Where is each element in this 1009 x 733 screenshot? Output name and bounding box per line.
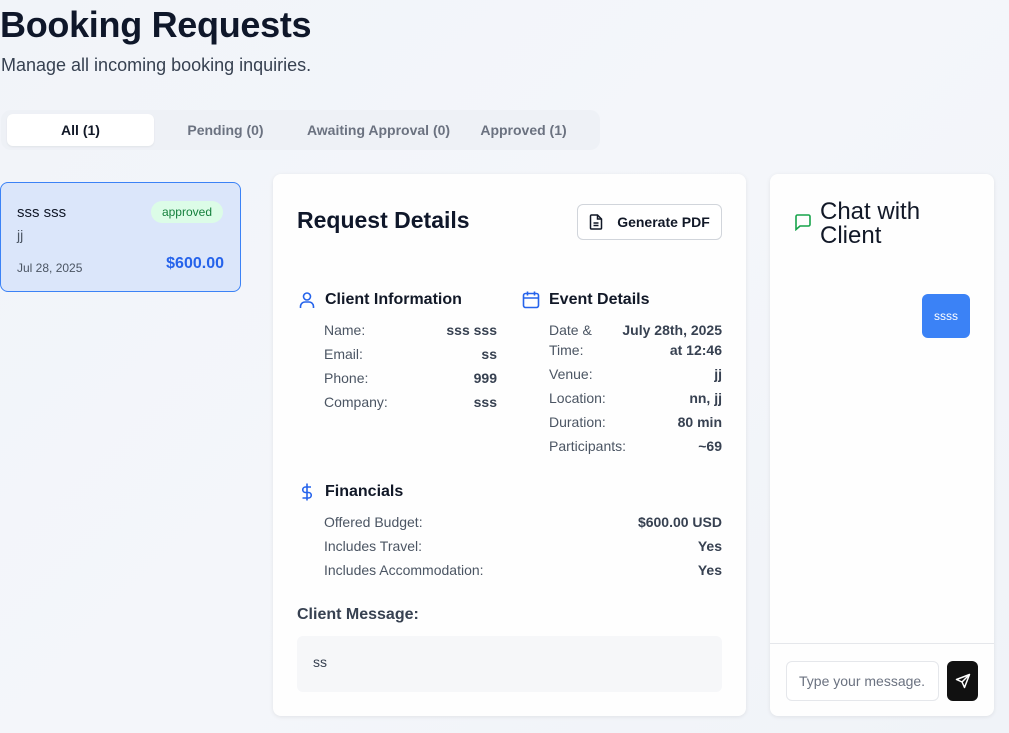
request-client-name: sss sss xyxy=(17,204,67,221)
event-participants-row: Participants: ~69 xyxy=(549,436,722,456)
request-amount: $600.00 xyxy=(166,255,224,272)
request-date: Jul 28, 2025 xyxy=(17,261,83,275)
field-value: $600.00 USD xyxy=(637,514,722,530)
field-value: nn, jj xyxy=(689,390,722,406)
field-label: Offered Budget: xyxy=(324,514,423,530)
tab-pending[interactable]: Pending (0) xyxy=(154,114,297,146)
field-value: 999 xyxy=(473,370,497,386)
field-label: Company: xyxy=(324,394,388,410)
calendar-icon xyxy=(522,291,540,309)
client-message-label: Client Message: xyxy=(297,606,419,623)
client-info-heading-label: Client Information xyxy=(325,291,462,308)
financials-heading: Financials xyxy=(297,482,403,502)
tab-approved[interactable]: Approved (1) xyxy=(460,114,587,146)
field-label: Venue: xyxy=(549,366,593,382)
client-info-heading: Client Information xyxy=(297,290,462,310)
tab-all[interactable]: All (1) xyxy=(7,114,154,146)
field-value: Yes xyxy=(697,538,722,554)
field-value: sss xyxy=(473,394,497,410)
field-label: Name: xyxy=(324,322,366,338)
client-email-row: Email: ss xyxy=(324,344,497,364)
chat-footer xyxy=(770,643,994,716)
event-location-row: Location: nn, jj xyxy=(549,388,722,408)
event-venue-row: Venue: jj xyxy=(549,364,722,384)
chat-panel: Chat with Client ssss xyxy=(770,174,994,716)
field-value: Yes xyxy=(697,562,722,578)
page-subtitle: Manage all incoming booking inquiries. xyxy=(1,55,312,75)
event-details-heading-label: Event Details xyxy=(549,291,650,308)
field-label: Duration: xyxy=(549,414,606,430)
budget-row: Offered Budget: $600.00 USD xyxy=(324,512,722,532)
field-value: ss xyxy=(481,346,497,362)
field-label: Date & Time: xyxy=(549,322,592,358)
generate-pdf-button[interactable]: Generate PDF xyxy=(577,204,722,240)
details-title: Request Details xyxy=(297,207,470,233)
financials-heading-label: Financials xyxy=(325,483,404,500)
field-label: Participants: xyxy=(549,438,627,454)
dollar-icon xyxy=(302,483,312,501)
field-label: Email: xyxy=(324,346,363,362)
field-value: sss sss xyxy=(446,322,497,338)
request-venue: jj xyxy=(17,227,24,243)
field-value: jj xyxy=(714,366,722,382)
accommodation-row: Includes Accommodation: Yes xyxy=(324,560,722,580)
status-tabs: All (1) Pending (0) Awaiting Approval (0… xyxy=(1,110,600,150)
field-label: Includes Accommodation: xyxy=(324,562,484,578)
chat-header: Chat with Client xyxy=(794,200,950,248)
field-label: Phone: xyxy=(324,370,369,386)
field-label: Location: xyxy=(549,390,606,406)
field-value: ~69 xyxy=(698,438,722,454)
travel-row: Includes Travel: Yes xyxy=(324,536,722,556)
event-details-heading: Event Details xyxy=(521,290,649,310)
client-name-row: Name: sss sss xyxy=(324,320,497,340)
status-badge: approved xyxy=(150,201,223,223)
event-datetime-row: Date & Time: July 28th, 2025 at 12:46 xyxy=(549,320,722,360)
user-icon xyxy=(299,292,315,308)
page-title: Booking Requests xyxy=(0,4,312,45)
send-button[interactable] xyxy=(947,661,978,701)
client-company-row: Company: sss xyxy=(324,392,497,412)
message-icon xyxy=(795,214,811,231)
field-label: Includes Travel: xyxy=(324,538,423,554)
request-details-panel: Request Details Generate PDF Client Info… xyxy=(273,174,746,716)
generate-pdf-label: Generate PDF xyxy=(617,214,710,230)
request-card[interactable]: sss sss approved jj Jul 28, 2025 $600.00 xyxy=(0,182,241,292)
tab-awaiting-approval[interactable]: Awaiting Approval (0) xyxy=(297,114,460,146)
send-icon xyxy=(955,673,970,689)
field-value: 80 min xyxy=(677,414,722,430)
chat-message-input[interactable] xyxy=(786,661,939,701)
field-value: July 28th, 2025 at 12:46 xyxy=(622,322,722,358)
chat-message-bubble: ssss xyxy=(922,294,970,338)
client-phone-row: Phone: 999 xyxy=(324,368,497,388)
client-message: ss xyxy=(297,636,722,692)
chat-title: Chat with Client xyxy=(820,198,921,249)
file-icon xyxy=(589,214,603,230)
event-duration-row: Duration: 80 min xyxy=(549,412,722,432)
